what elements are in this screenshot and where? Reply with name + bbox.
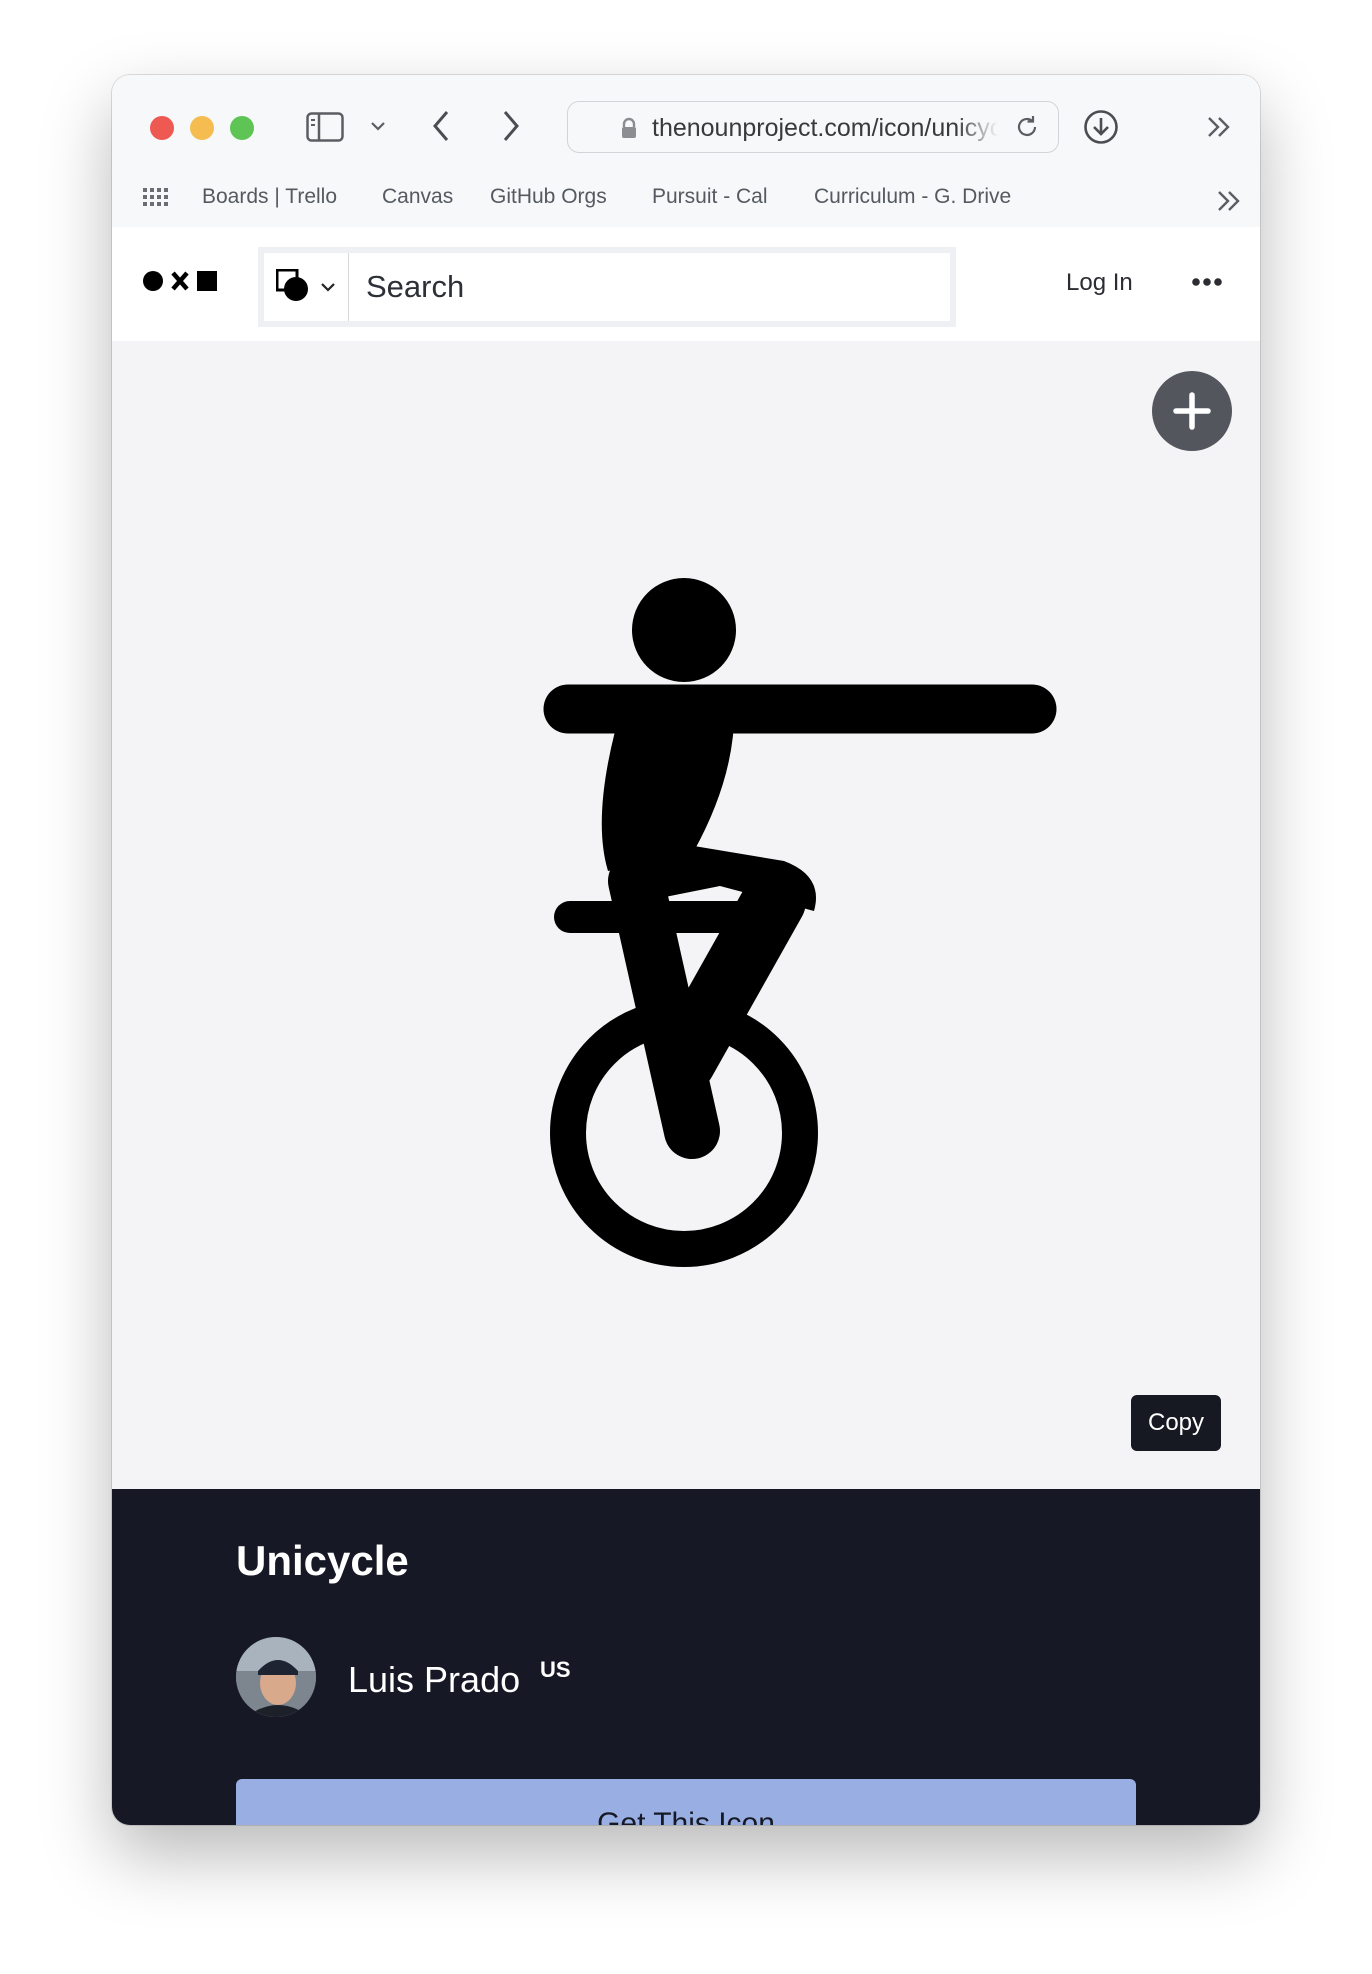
bookmark-pursuit-cal[interactable]: Pursuit - Cal: [652, 185, 768, 209]
bookmark-github-orgs[interactable]: GitHub Orgs: [490, 185, 607, 209]
more-options-icon[interactable]: [1192, 277, 1222, 287]
get-icon-button[interactable]: Get This Icon: [236, 1779, 1136, 1825]
search-divider: [348, 253, 349, 321]
zoom-window-button[interactable]: [230, 116, 254, 140]
search-input[interactable]: [354, 253, 944, 321]
bookmarks-bar: Boards | Trello Canvas GitHub Orgs Pursu…: [112, 179, 1260, 219]
noun-project-logo-icon[interactable]: [142, 269, 218, 293]
author-avatar[interactable]: [236, 1637, 316, 1717]
bookmark-curriculum-drive[interactable]: Curriculum - G. Drive: [814, 185, 1011, 209]
back-icon[interactable]: [430, 109, 452, 143]
browser-toolbar: thenounproject.com/icon/unicycle Boards …: [112, 75, 1260, 228]
icon-details-panel: Unicycle Luis Prado US Get This Icon: [112, 1489, 1260, 1825]
lock-icon: [622, 117, 636, 138]
forward-icon[interactable]: [500, 109, 522, 143]
login-link[interactable]: Log In: [1066, 269, 1133, 297]
icon-preview-area: Copy: [112, 341, 1260, 1489]
author-country: US: [540, 1657, 571, 1682]
get-icon-label: Get This Icon: [597, 1807, 775, 1825]
download-icon[interactable]: [1083, 109, 1119, 145]
chevron-down-icon[interactable]: [370, 120, 386, 132]
reload-icon[interactable]: [1013, 113, 1041, 141]
close-window-button[interactable]: [150, 116, 174, 140]
search-bar: [258, 247, 956, 327]
browser-window: thenounproject.com/icon/unicycle Boards …: [112, 75, 1260, 1825]
bookmark-canvas[interactable]: Canvas: [382, 185, 453, 209]
icon-title: Unicycle: [236, 1537, 409, 1584]
author-name[interactable]: Luis Prado: [348, 1659, 520, 1701]
minimize-window-button[interactable]: [190, 116, 214, 140]
address-bar[interactable]: thenounproject.com/icon/unicycle: [567, 101, 1059, 153]
bookmark-trello[interactable]: Boards | Trello: [202, 185, 337, 209]
unicycle-icon: [543, 578, 1057, 1267]
content-type-icon[interactable]: [276, 269, 310, 303]
copy-button[interactable]: Copy: [1131, 1395, 1221, 1451]
site-header: Log In: [112, 227, 1260, 342]
avatar-image: [236, 1637, 316, 1717]
more-toolbar-icon[interactable]: [1206, 115, 1232, 139]
chevron-down-icon[interactable]: [320, 281, 336, 293]
url-text: thenounproject.com/icon/unicycle: [652, 114, 998, 142]
more-bookmarks-icon[interactable]: [1216, 189, 1242, 213]
apps-grid-icon[interactable]: [142, 187, 168, 211]
sidebar-icon[interactable]: [306, 112, 344, 142]
